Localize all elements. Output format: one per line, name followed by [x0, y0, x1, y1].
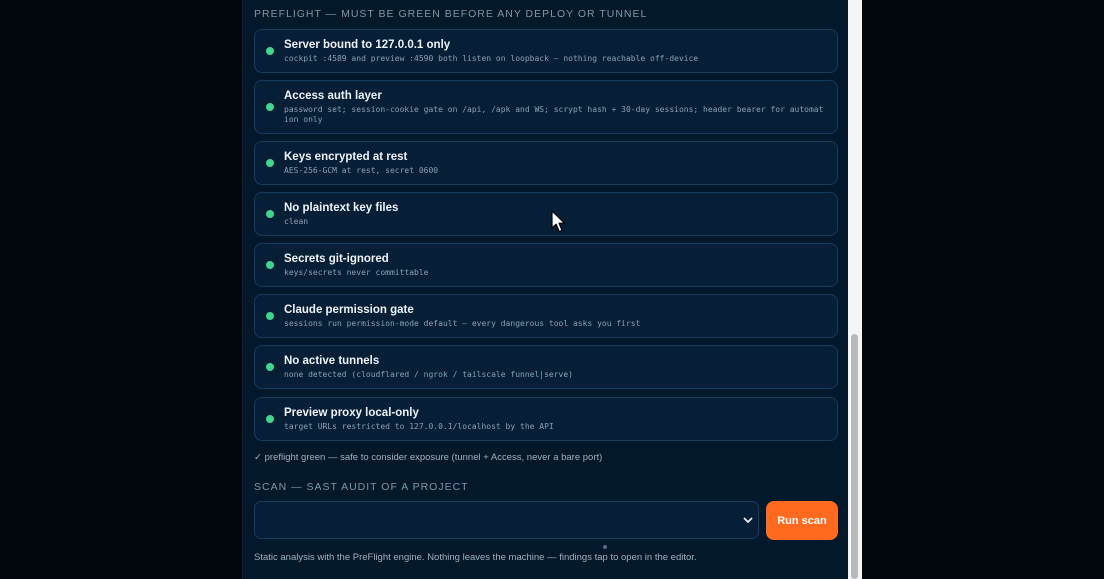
check-title: Preview proxy local-only	[284, 407, 419, 419]
scrollbar-thumb[interactable]	[851, 334, 858, 579]
preflight-check-item: Server bound to 127.0.0.1 only cockpit :…	[254, 29, 838, 73]
check-detail: target URLs restricted to 127.0.0.1/loca…	[284, 422, 554, 431]
status-dot-icon	[266, 312, 274, 320]
preflight-check-item: Claude permission gate sessions run perm…	[254, 294, 838, 338]
preflight-check-item: No plaintext key files clean	[254, 192, 838, 236]
drag-handle-dot-icon	[603, 545, 607, 549]
check-detail: sessions run permission-mode default — e…	[284, 319, 641, 328]
check-title: Keys encrypted at rest	[284, 151, 408, 163]
status-dot-icon	[266, 363, 274, 371]
project-select[interactable]	[254, 501, 759, 539]
check-title: Secrets git-ignored	[284, 253, 389, 265]
preflight-heading: PREFLIGHT — MUST BE GREEN BEFORE ANY DEP…	[254, 8, 648, 20]
check-detail: password set; session-cookie gate on /ap…	[284, 105, 824, 124]
check-title: No active tunnels	[284, 355, 380, 367]
status-dot-icon	[266, 103, 274, 111]
check-detail: none detected (cloudflared / ngrok / tai…	[284, 370, 573, 379]
status-dot-icon	[266, 47, 274, 55]
check-detail: AES-256-GCM at rest, secret 0600	[284, 166, 439, 175]
preflight-check-item: Secrets git-ignored keys/secrets never c…	[254, 243, 838, 287]
check-title: Server bound to 127.0.0.1 only	[284, 39, 451, 51]
mouse-pointer-icon	[551, 210, 566, 233]
check-title: No plaintext key files	[284, 202, 399, 214]
status-dot-icon	[266, 210, 274, 218]
preflight-check-item: No active tunnels none detected (cloudfl…	[254, 345, 838, 389]
status-dot-icon	[266, 261, 274, 269]
page-scrollbar[interactable]	[848, 0, 862, 579]
check-title: Claude permission gate	[284, 304, 414, 316]
status-dot-icon	[266, 415, 274, 423]
preflight-check-item: Keys encrypted at rest AES-256-GCM at re…	[254, 141, 838, 185]
chevron-down-icon	[743, 517, 753, 523]
scan-heading: SCAN — SAST AUDIT OF A PROJECT	[254, 481, 469, 493]
preflight-check-item: Preview proxy local-only target URLs res…	[254, 397, 838, 441]
preflight-summary: ✓ preflight green — safe to consider exp…	[254, 452, 603, 463]
check-detail: cockpit :4589 and preview :4590 both lis…	[284, 54, 699, 63]
scan-note: Static analysis with the PreFlight engin…	[254, 552, 697, 563]
run-scan-button[interactable]: Run scan	[766, 501, 838, 540]
security-panel: PREFLIGHT — MUST BE GREEN BEFORE ANY DEP…	[242, 0, 849, 579]
check-title: Access auth layer	[284, 90, 382, 102]
preflight-check-item: Access auth layer password set; session-…	[254, 80, 838, 134]
check-detail: keys/secrets never committable	[284, 268, 429, 277]
status-dot-icon	[266, 159, 274, 167]
